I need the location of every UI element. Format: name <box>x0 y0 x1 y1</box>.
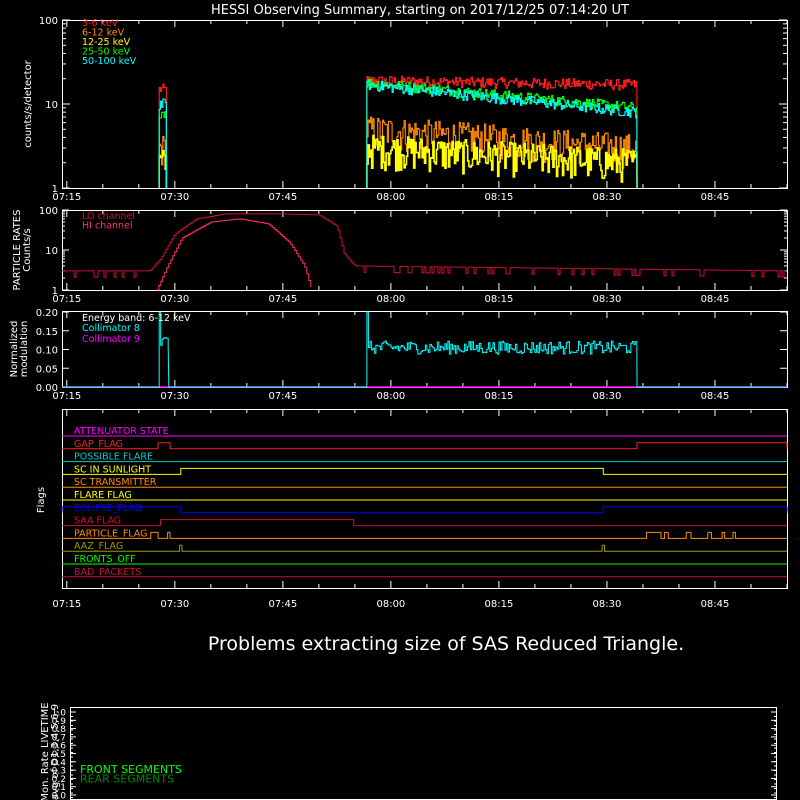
time-tick-label: 08:00 <box>376 599 405 610</box>
time-tick-label: 08:15 <box>485 192 514 203</box>
data-traces <box>61 75 788 578</box>
particle-legend-entry: HI channel <box>82 221 133 232</box>
flag-trace-1 <box>62 442 788 450</box>
flag-label: PARTICLE_FLAG <box>74 528 147 539</box>
flag-trace-6 <box>61 506 788 514</box>
modulation-legend-entry: Collimator 9 <box>82 334 140 345</box>
time-tick-label: 08:00 <box>376 391 405 402</box>
count-trace-2-0 <box>158 150 168 188</box>
count-legend-entry: 50-100 keV <box>82 56 137 67</box>
count-ytick-label: 10 <box>45 100 58 111</box>
time-tick-label: 08:15 <box>485 294 514 305</box>
particle-ytick-label: 100 <box>39 206 58 217</box>
time-tick-label: 08:30 <box>593 192 622 203</box>
livetime-legend-entry: REAR SEGMENTS <box>80 773 174 786</box>
flag-label: FRONTS_OFF <box>74 554 136 565</box>
time-tick-label: 07:15 <box>52 599 81 610</box>
observing-summary-chart: HESSI Observing Summary, starting on 201… <box>9 3 788 800</box>
flag-label: FLARE FLAG <box>74 490 132 501</box>
flag-label: POSSIBLE FLARE <box>74 452 153 463</box>
particle-trace-0 <box>62 213 786 278</box>
flag-label: AAZ_FLAG <box>74 541 123 552</box>
time-tick-label: 07:45 <box>268 294 297 305</box>
time-tick-label: 08:45 <box>701 599 730 610</box>
count-rate-ylabel: counts/s/detector <box>23 59 34 147</box>
time-tick-label: 07:30 <box>160 599 189 610</box>
time-tick-label: 08:15 <box>485 391 514 402</box>
particle-trace-1 <box>156 218 312 291</box>
flag-trace-8 <box>62 531 787 539</box>
status-message: Problems extracting size of SAS Reduced … <box>208 633 684 655</box>
modulation-ytick-label: 0.15 <box>36 327 58 338</box>
modulation-ytick-label: 0.20 <box>36 308 58 319</box>
time-tick-label: 07:45 <box>268 599 297 610</box>
livetime-ytick-label: 0.0 <box>52 792 67 800</box>
particle-rate-panel <box>62 210 788 291</box>
time-tick-label: 08:00 <box>376 294 405 305</box>
livetime-panel <box>70 707 777 800</box>
time-tick-label: 07:30 <box>160 294 189 305</box>
count-ytick-label: 100 <box>39 16 58 27</box>
time-tick-label: 07:15 <box>52 294 81 305</box>
flag-label: SC TRANSMITTER <box>74 477 157 488</box>
particle-ytick-label: 10 <box>45 246 58 257</box>
flag-label: ECLIPSE_FLAG <box>74 503 142 514</box>
flag-label: SC IN SUNLIGHT <box>74 464 151 475</box>
time-tick-label: 07:15 <box>52 192 81 203</box>
flags-ylabel: Flags <box>36 487 47 513</box>
time-tick-label: 08:45 <box>701 391 730 402</box>
time-tick-label: 07:45 <box>268 391 297 402</box>
flag-trace-7 <box>62 519 787 527</box>
axis-ticks: 1001011001010.200.150.100.050.0007:15 07:… <box>36 16 788 800</box>
time-tick-label: 08:30 <box>593 294 622 305</box>
flag-label: ATTENUATOR STATE <box>74 426 169 437</box>
time-tick-label: 07:30 <box>160 192 189 203</box>
flag-trace-3 <box>62 467 787 475</box>
modulation-ytick-label: 0.05 <box>36 364 58 375</box>
time-tick-label: 08:15 <box>485 599 514 610</box>
time-tick-label: 08:45 <box>701 192 730 203</box>
modulation-legend-entry: Collimator 8 <box>82 323 140 334</box>
time-tick-label: 07:15 <box>52 391 81 402</box>
time-tick-label: 08:30 <box>593 599 622 610</box>
flag-label: GAP_FLAG <box>74 439 123 450</box>
flag-label: SAA FLAG <box>74 516 121 527</box>
page-title: HESSI Observing Summary, starting on 201… <box>211 3 629 18</box>
flag-label: BAD_PACKETS <box>74 567 141 578</box>
time-tick-label: 08:00 <box>376 192 405 203</box>
time-tick-label: 07:45 <box>268 192 297 203</box>
time-tick-label: 08:45 <box>701 294 730 305</box>
time-tick-label: 08:30 <box>593 391 622 402</box>
particle-rate-ylabel-2: Counts/s <box>22 228 33 272</box>
modulation-ylabel-2: modulation <box>19 321 30 378</box>
flag-trace-9 <box>62 544 787 552</box>
time-tick-label: 07:30 <box>160 391 189 402</box>
modulation-ytick-label: 0.10 <box>36 346 58 357</box>
